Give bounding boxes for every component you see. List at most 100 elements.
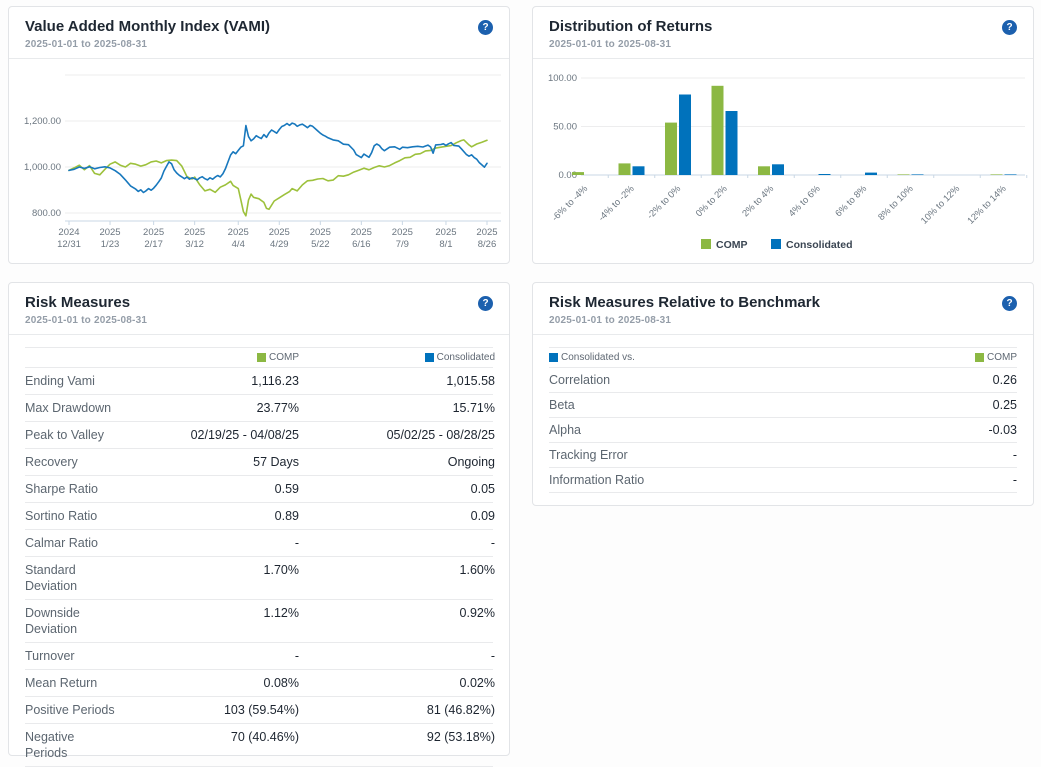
risk-measure-label: Peak to Valley — [25, 428, 104, 442]
comp-bar[interactable] — [897, 174, 910, 175]
x-axis-tick-label: 2025 — [269, 227, 290, 238]
consolidated-bar[interactable] — [725, 111, 738, 175]
risk-measures-panel-header: Risk Measures 2025-01-01 to 2025-08-31 ? — [9, 283, 509, 335]
help-icon[interactable]: ? — [478, 296, 493, 311]
risk-measure-row: Sortino Ratio 0.89 0.09 — [25, 503, 495, 530]
legend-swatch-comp — [701, 239, 711, 249]
benchmark-measure-value: -0.03 — [988, 423, 1018, 437]
risk-measure-row: Peak to Valley 02/19/25 - 04/08/25 05/02/2… — [25, 422, 495, 449]
y-axis-tick-label: 1,200.00 — [24, 116, 61, 127]
column-header-label: COMP — [269, 352, 299, 363]
distribution-panel-date-range: 2025-01-01 to 2025-08-31 — [549, 39, 672, 50]
risk-measure-comp-value: 1.12% — [263, 606, 299, 620]
y-axis-tick-label: 100.00 — [548, 73, 577, 84]
legend-swatch — [257, 353, 266, 362]
vami-panel-header: Value Added Monthly Index (VAMI) 2025-01… — [9, 7, 509, 59]
distribution-bar-chart: 0.00 50.00 100.00 -6% to -4% -4% to -2% -2% t… — [548, 73, 1028, 251]
comp-bar[interactable] — [572, 172, 584, 175]
risk-measure-consolidated-value: 15.71% — [452, 401, 495, 415]
x-axis-tick-label: 2025 — [392, 227, 413, 238]
risk-measure-label: Standard Deviation — [25, 563, 78, 593]
consolidated-bar[interactable] — [1004, 174, 1017, 175]
table-header-comp: COMP — [975, 348, 1017, 367]
x-axis-category-label: 6% to 8% — [833, 183, 868, 218]
y-axis-tick-label: 1,000.00 — [24, 162, 61, 173]
relative-risk-panel-date-range: 2025-01-01 to 2025-08-31 — [549, 315, 672, 326]
distribution-chart-body: 0.00 50.00 100.00 -6% to -4% -4% to -2% -2% t… — [533, 59, 1033, 269]
consolidated-bar[interactable] — [632, 166, 645, 175]
x-axis-tick-label: 4/4 — [232, 239, 245, 250]
comp-bar[interactable] — [665, 122, 677, 175]
x-axis-tick-label: 2025 — [143, 227, 164, 238]
benchmark-measure-row: Beta 0.25 — [549, 393, 1017, 418]
distribution-panel: Distribution of Returns 2025-01-01 to 20… — [532, 6, 1034, 264]
consolidated-bar[interactable] — [911, 174, 924, 175]
distribution-panel-header: Distribution of Returns 2025-01-01 to 20… — [533, 7, 1033, 59]
benchmark-measure-value: 0.26 — [992, 373, 1017, 387]
risk-measure-comp-value: 0.59 — [274, 482, 299, 496]
x-axis-tick-label: 1/23 — [101, 239, 120, 250]
risk-measure-comp-value: 103 (59.54%) — [223, 703, 299, 717]
x-axis-tick-label: 3/12 — [185, 239, 204, 250]
table-header-comp: COMP — [175, 348, 299, 367]
x-axis-tick-label: 12/31 — [57, 239, 81, 250]
comp-bar[interactable] — [618, 163, 631, 175]
consolidated-bar[interactable] — [818, 174, 831, 175]
risk-measure-comp-value: 57 Days — [253, 455, 299, 469]
risk-measure-consolidated-value: 0.05 — [470, 482, 495, 496]
benchmark-measure-label: Alpha — [549, 423, 581, 437]
legend-label-consolidated[interactable]: Consolidated — [786, 239, 853, 251]
risk-measure-comp-value: 02/19/25 - 04/08/25 — [190, 428, 299, 442]
benchmark-measure-label: Information Ratio — [549, 473, 645, 487]
consolidated-series-line[interactable] — [68, 122, 488, 194]
legend-swatch — [424, 353, 434, 362]
risk-measure-comp-value: - — [294, 536, 299, 550]
risk-measure-row: Ending Vami 1,116.23 1,015.58 — [25, 368, 495, 395]
help-icon[interactable]: ? — [1002, 296, 1017, 311]
risk-measure-label: Mean Return — [25, 676, 98, 690]
risk-measure-label: Calmar Ratio — [25, 536, 98, 550]
comp-bar[interactable] — [758, 166, 770, 175]
benchmark-measure-value: - — [1012, 473, 1017, 487]
risk-measure-consolidated-value: - — [490, 649, 495, 663]
benchmark-measure-label: Tracking Error — [549, 448, 628, 462]
table-header-empty-cell — [25, 348, 175, 367]
risk-measure-label: Downside Deviation — [25, 606, 80, 636]
x-axis-category-label: 2% to 4% — [740, 183, 775, 218]
risk-measure-consolidated-value: 0.92% — [459, 606, 495, 620]
column-header-label: COMP — [987, 352, 1017, 363]
x-axis-category-label: 12% to 14% — [965, 183, 1008, 226]
risk-measure-consolidated-value: 92 (53.18%) — [426, 730, 495, 744]
legend-swatch — [549, 353, 558, 362]
x-axis-tick-label: 4/29 — [270, 239, 289, 250]
risk-measure-row: Mean Return 0.08% 0.02% — [25, 670, 495, 697]
x-axis-tick-label: 2025 — [184, 227, 205, 238]
vami-chart-body: 800.00 1,000.00 1,200.00 2024 12/31 2025 1/23 2… — [9, 59, 509, 269]
consolidated-bar[interactable] — [679, 94, 691, 176]
legend-label-comp[interactable]: COMP — [716, 239, 748, 251]
relative-risk-table: Consolidated vs. COMP Correlation 0.26 Beta 0… — [549, 347, 1017, 493]
vami-line-chart: 800.001,000.001,200.00202412/3120251/232… — [24, 74, 501, 250]
risk-measure-row: Turnover - - — [25, 643, 495, 670]
risk-measures-panel-date-range: 2025-01-01 to 2025-08-31 — [25, 315, 148, 326]
relative-risk-panel: Risk Measures Relative to Benchmark 2025… — [532, 282, 1034, 506]
risk-measure-comp-value: 70 (40.46%) — [230, 730, 299, 744]
risk-measure-label: Turnover — [25, 649, 75, 663]
risk-measure-consolidated-value: 1.60% — [459, 563, 495, 577]
y-axis-tick-label: 50.00 — [553, 122, 577, 133]
risk-measures-table: COMP Consolidated Ending Vami 1,116.23 1,015… — [25, 347, 495, 767]
comp-series-line[interactable] — [68, 139, 488, 217]
benchmark-measure-value: 0.25 — [992, 398, 1017, 412]
x-axis-category-label: 10% to 12% — [919, 183, 962, 226]
benchmark-measure-row: Information Ratio - — [549, 468, 1017, 493]
benchmark-measure-label: Beta — [549, 398, 575, 412]
relative-risk-panel-header: Risk Measures Relative to Benchmark 2025… — [533, 283, 1033, 335]
consolidated-bar[interactable] — [865, 172, 877, 175]
x-axis-tick-label: 2/17 — [144, 239, 163, 250]
consolidated-bar[interactable] — [772, 164, 784, 175]
help-icon[interactable]: ? — [1002, 20, 1017, 35]
legend-swatch-consolidated — [771, 239, 781, 249]
comp-bar[interactable] — [711, 85, 724, 175]
comp-bar[interactable] — [990, 174, 1003, 175]
help-icon[interactable]: ? — [478, 20, 493, 35]
